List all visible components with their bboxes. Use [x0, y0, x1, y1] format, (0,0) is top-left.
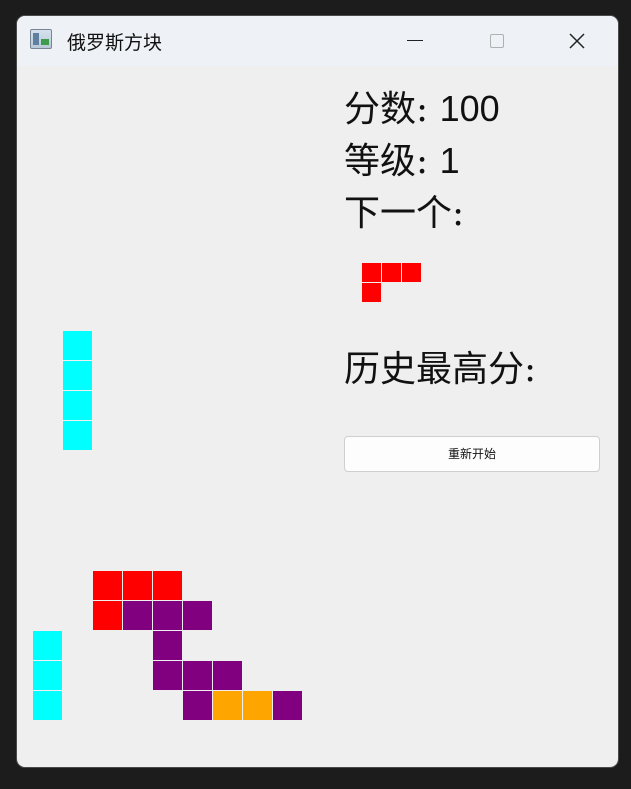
close-button[interactable]	[549, 16, 605, 66]
board-block-purple	[213, 661, 242, 690]
next-piece-label: 下一个:	[344, 193, 465, 234]
board-block-cyan	[63, 361, 92, 390]
high-score-label: 历史最高分:	[344, 349, 537, 390]
board-block-red	[93, 571, 122, 600]
board-block-cyan	[63, 391, 92, 420]
level-value: 1	[439, 140, 460, 181]
game-board	[33, 66, 333, 720]
minimize-button[interactable]	[387, 16, 443, 66]
board-block-purple	[153, 631, 182, 660]
board-block-cyan	[33, 661, 62, 690]
board-block-cyan	[33, 631, 62, 660]
board-block-purple	[183, 661, 212, 690]
board-block-orange	[243, 691, 272, 720]
board-block-purple	[183, 691, 212, 720]
board-block-red	[153, 571, 182, 600]
board-block-orange	[213, 691, 242, 720]
preview-block	[402, 263, 421, 282]
board-block-purple	[153, 661, 182, 690]
board-block-cyan	[33, 691, 62, 720]
preview-block	[362, 283, 381, 302]
window-title: 俄罗斯方块	[67, 32, 163, 54]
score-label: 分数:	[344, 89, 429, 130]
title-bar[interactable]: 俄罗斯方块	[17, 16, 618, 66]
next-piece-preview	[362, 263, 442, 323]
preview-block	[362, 263, 381, 282]
board-block-purple	[123, 601, 152, 630]
preview-block	[382, 263, 401, 282]
close-icon	[569, 33, 585, 49]
board-block-red	[93, 601, 122, 630]
maximize-button[interactable]	[468, 16, 524, 66]
game-window: 俄罗斯方块 分数: 100 等级: 1 下一个: 历史最高分: 重新开始	[16, 15, 619, 768]
board-block-purple	[183, 601, 212, 630]
score-display: 分数: 100	[344, 80, 500, 132]
app-icon	[30, 29, 52, 49]
board-block-purple	[273, 691, 302, 720]
minimize-icon	[407, 40, 423, 41]
maximize-icon	[490, 34, 504, 48]
level-label: 等级:	[344, 141, 429, 182]
score-value: 100	[439, 88, 500, 129]
board-block-cyan	[63, 331, 92, 360]
board-block-cyan	[63, 421, 92, 450]
level-display: 等级: 1	[344, 132, 460, 184]
board-block-red	[123, 571, 152, 600]
restart-button[interactable]: 重新开始	[344, 436, 600, 472]
board-block-purple	[153, 601, 182, 630]
